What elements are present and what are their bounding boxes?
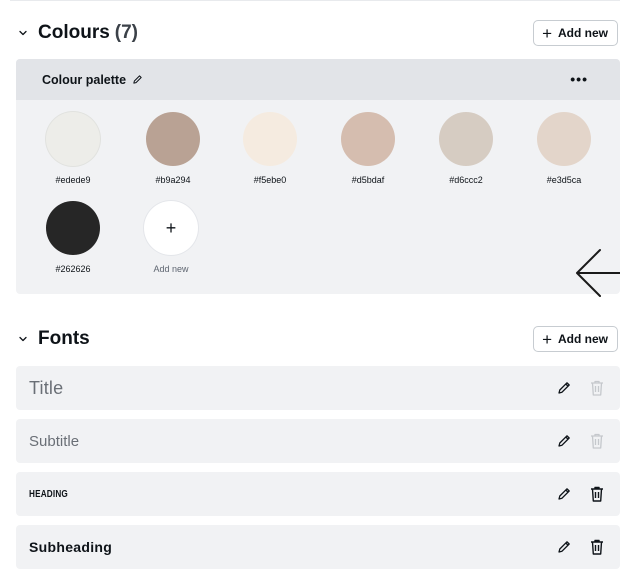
font-row-heading[interactable]: HEADING bbox=[16, 472, 620, 516]
add-swatch[interactable]: + Add new bbox=[141, 201, 201, 274]
add-font-label: Add new bbox=[558, 332, 608, 346]
font-label: Subtitle bbox=[29, 432, 80, 450]
pencil-icon[interactable] bbox=[556, 433, 572, 449]
more-icon[interactable]: ••• bbox=[570, 71, 588, 87]
pencil-icon[interactable] bbox=[556, 486, 572, 502]
pencil-icon[interactable] bbox=[132, 74, 143, 85]
fonts-section-header: Fonts + Add new bbox=[18, 324, 620, 354]
swatch-hex: #edede9 bbox=[55, 175, 91, 185]
add-swatch-label: Add new bbox=[153, 264, 189, 274]
add-colour-button[interactable]: + Add new bbox=[533, 20, 618, 46]
swatch-circle[interactable] bbox=[341, 112, 395, 166]
colours-count: (7) bbox=[114, 22, 139, 43]
swatch-3[interactable]: #f5ebe0 bbox=[240, 112, 300, 185]
add-colour-label: Add new bbox=[558, 26, 608, 40]
swatch-5[interactable]: #d6ccc2 bbox=[436, 112, 496, 185]
swatch-2[interactable]: #b9a294 bbox=[143, 112, 203, 185]
swatch-circle[interactable] bbox=[537, 112, 591, 166]
swatch-hex: #d5bdaf bbox=[351, 175, 385, 185]
pencil-icon[interactable] bbox=[556, 539, 572, 555]
colours-title: Colours bbox=[38, 22, 110, 43]
font-label: HEADING bbox=[29, 488, 68, 500]
palette-name[interactable]: Colour palette bbox=[42, 73, 126, 87]
palette-header: Colour palette ••• bbox=[16, 59, 620, 100]
swatch-hex: #262626 bbox=[55, 264, 91, 274]
swatch-circle[interactable] bbox=[146, 112, 200, 166]
swatch-hex: #d6ccc2 bbox=[449, 175, 483, 185]
font-row-subtitle[interactable]: Subtitle bbox=[16, 419, 620, 463]
trash-icon bbox=[591, 433, 603, 449]
plus-icon: + bbox=[165, 217, 177, 238]
swatch-4[interactable]: #d5bdaf bbox=[338, 112, 398, 185]
font-row-subheading[interactable]: Subheading bbox=[16, 525, 620, 569]
plus-icon: + bbox=[542, 329, 552, 349]
swatch-circle[interactable] bbox=[46, 112, 100, 166]
add-font-button[interactable]: + Add new bbox=[533, 326, 618, 352]
font-row-title[interactable]: Title bbox=[16, 366, 620, 410]
font-label: Subheading bbox=[29, 539, 113, 555]
pencil-icon[interactable] bbox=[556, 380, 572, 396]
top-divider bbox=[10, 0, 620, 1]
plus-icon: + bbox=[542, 23, 552, 43]
add-swatch-button[interactable]: + bbox=[144, 201, 198, 255]
swatch-circle[interactable] bbox=[46, 201, 100, 255]
swatch-hex: #b9a294 bbox=[155, 175, 191, 185]
chevron-down-icon[interactable] bbox=[18, 334, 28, 344]
swatch-hex: #e3d5ca bbox=[546, 175, 582, 185]
swatch-hex: #f5ebe0 bbox=[253, 175, 287, 185]
swatch-circle[interactable] bbox=[243, 112, 297, 166]
font-label: Title bbox=[29, 377, 64, 398]
trash-icon bbox=[591, 380, 603, 396]
fonts-title: Fonts bbox=[38, 328, 90, 349]
trash-icon[interactable] bbox=[589, 538, 605, 556]
colour-palette-card: Colour palette ••• #edede9 #b9a294 #f5eb… bbox=[16, 59, 620, 294]
colours-section-header: Colours (7) + Add new bbox=[18, 18, 620, 48]
trash-icon[interactable] bbox=[589, 485, 605, 503]
swatch-1[interactable]: #edede9 bbox=[43, 112, 103, 185]
swatch-7[interactable]: #262626 bbox=[43, 201, 103, 274]
arrow-left-icon bbox=[576, 249, 620, 297]
swatch-circle[interactable] bbox=[439, 112, 493, 166]
chevron-down-icon[interactable] bbox=[18, 28, 28, 38]
swatch-6[interactable]: #e3d5ca bbox=[534, 112, 594, 185]
